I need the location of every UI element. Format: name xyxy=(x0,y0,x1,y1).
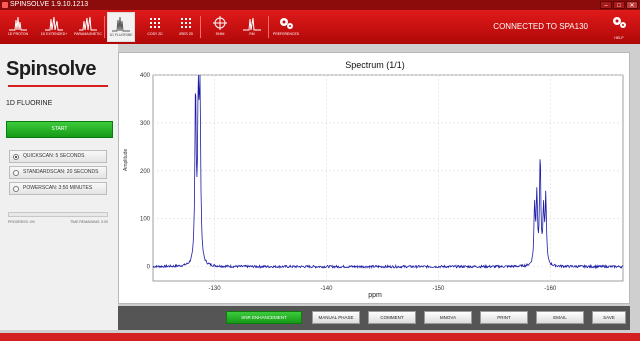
toolbar-label: JRES 2D xyxy=(178,32,194,36)
toolbar-button-rm[interactable]: RM xyxy=(238,12,266,42)
x-tick-label: -160 xyxy=(544,286,557,292)
scan-option-label: STANDARDSCAN: 20 SECONDS xyxy=(23,169,99,175)
toolbar-label: COSY 2D xyxy=(147,32,163,36)
spectrum-plot[interactable]: Spectrum (1/1) Amplitude ppm 0 100 200 300 4… xyxy=(118,52,630,304)
window-controls: – □ ✕ xyxy=(600,1,638,9)
progress-percent: PROGRESS: 0% xyxy=(8,220,35,224)
maximize-button[interactable]: □ xyxy=(613,1,625,9)
toolbar-button-preferences[interactable]: PREFERENCES xyxy=(272,12,300,42)
snr-enhancement-button[interactable]: SNR ENHANCEMENT xyxy=(226,311,302,324)
start-button[interactable]: START xyxy=(6,121,113,138)
help-button[interactable]: HELP xyxy=(606,13,632,41)
toolbar-label: 1D FLUORINE xyxy=(109,33,133,37)
x-tick-label: -150 xyxy=(432,286,445,292)
title-bar: SPINSOLVE 1.9.10.1213 – □ ✕ xyxy=(0,0,640,10)
mnova-button[interactable]: MNOVA xyxy=(424,311,472,324)
toolbar-button-cosy-2d[interactable]: COSY 2D xyxy=(141,12,169,42)
email-button[interactable]: EMAIL xyxy=(536,311,584,324)
toolbar-button-1d-proton[interactable]: 1D PROTON xyxy=(4,12,32,42)
radio-selected-icon[interactable] xyxy=(13,154,19,160)
app-icon xyxy=(2,2,8,8)
bottom-strip xyxy=(0,333,640,341)
scan-option-quickscan[interactable]: QUICKSCAN: 5 SECONDS xyxy=(9,150,107,163)
scan-option-label: POWERSCAN: 3:50 MINUTES xyxy=(23,185,93,191)
minimize-button[interactable]: – xyxy=(600,1,612,9)
help-label: HELP xyxy=(614,36,624,40)
x-tick-label: -140 xyxy=(320,286,333,292)
x-tick-label: -130 xyxy=(209,286,222,292)
spectrum-icon xyxy=(243,17,261,31)
spinsolve-app: SPINSOLVE 1.9.10.1213 – □ ✕ 1D PROTON 1D… xyxy=(0,0,640,341)
bottom-toolbar: SNR ENHANCEMENT MANUAL PHASE COMMENT MNO… xyxy=(118,306,630,330)
method-title: 1D FLUORINE xyxy=(6,100,53,107)
scan-option-label: QUICKSCAN: 5 SECONDS xyxy=(23,153,85,159)
save-button[interactable]: SAVE xyxy=(592,311,626,324)
plot-box xyxy=(152,74,624,282)
spectrum-chart: 0 100 200 300 400 -130 -140 -150 -160 xyxy=(140,73,624,292)
comment-button[interactable]: COMMENT xyxy=(368,311,416,324)
toolbar-divider xyxy=(268,16,269,38)
toolbar-button-jres-2d[interactable]: JRES 2D xyxy=(172,12,200,42)
toolbar-label: SHIM xyxy=(215,32,225,36)
spinsolve-logo: Spinsolve xyxy=(6,58,96,80)
radio-icon[interactable] xyxy=(13,170,19,176)
manual-phase-button[interactable]: MANUAL PHASE xyxy=(312,311,360,324)
logo-underline xyxy=(8,85,108,87)
toolbar-label: RM xyxy=(249,32,255,36)
target-icon xyxy=(213,16,227,30)
scan-option-powerscan[interactable]: POWERSCAN: 3:50 MINUTES xyxy=(9,182,107,195)
toolbar-label: 1D EXTENDED+ xyxy=(40,32,68,36)
toolbar-divider xyxy=(104,16,105,38)
scan-option-standardscan[interactable]: STANDARDSCAN: 20 SECONDS xyxy=(9,166,107,179)
radio-icon[interactable] xyxy=(13,186,19,192)
spectrum-icon xyxy=(45,16,63,31)
spectrum-icon xyxy=(9,16,27,31)
connection-status: CONNECTED TO SPA130 xyxy=(493,22,588,31)
toolbar-label: PREFERENCES xyxy=(272,32,300,36)
progress-bar xyxy=(8,212,108,217)
toolbar-label: PARAMAGNETIC xyxy=(74,32,102,36)
toolbar-button-1d-fluorine[interactable]: 1D FLUORINE xyxy=(107,12,135,42)
grid-icon xyxy=(150,18,160,28)
toolbar: 1D PROTON 1D EXTENDED+ PARAMAGNETIC 1D F… xyxy=(0,10,640,44)
print-button[interactable]: PRINT xyxy=(480,311,528,324)
gears-icon xyxy=(280,18,293,29)
y-tick-label: 0 xyxy=(147,265,151,271)
grid-icon xyxy=(181,18,191,28)
spectrum-icon xyxy=(112,16,130,32)
toolbar-button-1d-extended[interactable]: 1D EXTENDED+ xyxy=(40,12,68,42)
toolbar-button-shim[interactable]: SHIM xyxy=(206,12,234,42)
toolbar-label: 1D PROTON xyxy=(7,32,29,36)
spectrum-icon xyxy=(79,16,97,31)
window-title: SPINSOLVE 1.9.10.1213 xyxy=(10,1,89,8)
y-tick-label: 300 xyxy=(140,121,151,127)
toolbar-button-paramagnetic[interactable]: PARAMAGNETIC xyxy=(74,12,102,42)
y-tick-label: 200 xyxy=(140,169,151,175)
y-tick-label: 400 xyxy=(140,73,151,79)
close-button[interactable]: ✕ xyxy=(626,1,638,9)
left-panel: Spinsolve 1D FLUORINE START QUICKSCAN: 5… xyxy=(0,44,118,330)
time-remaining: TIME REMAINING: 0:00 xyxy=(70,220,108,224)
gears-icon xyxy=(613,17,626,28)
toolbar-divider xyxy=(200,16,201,38)
y-tick-label: 100 xyxy=(140,217,151,223)
